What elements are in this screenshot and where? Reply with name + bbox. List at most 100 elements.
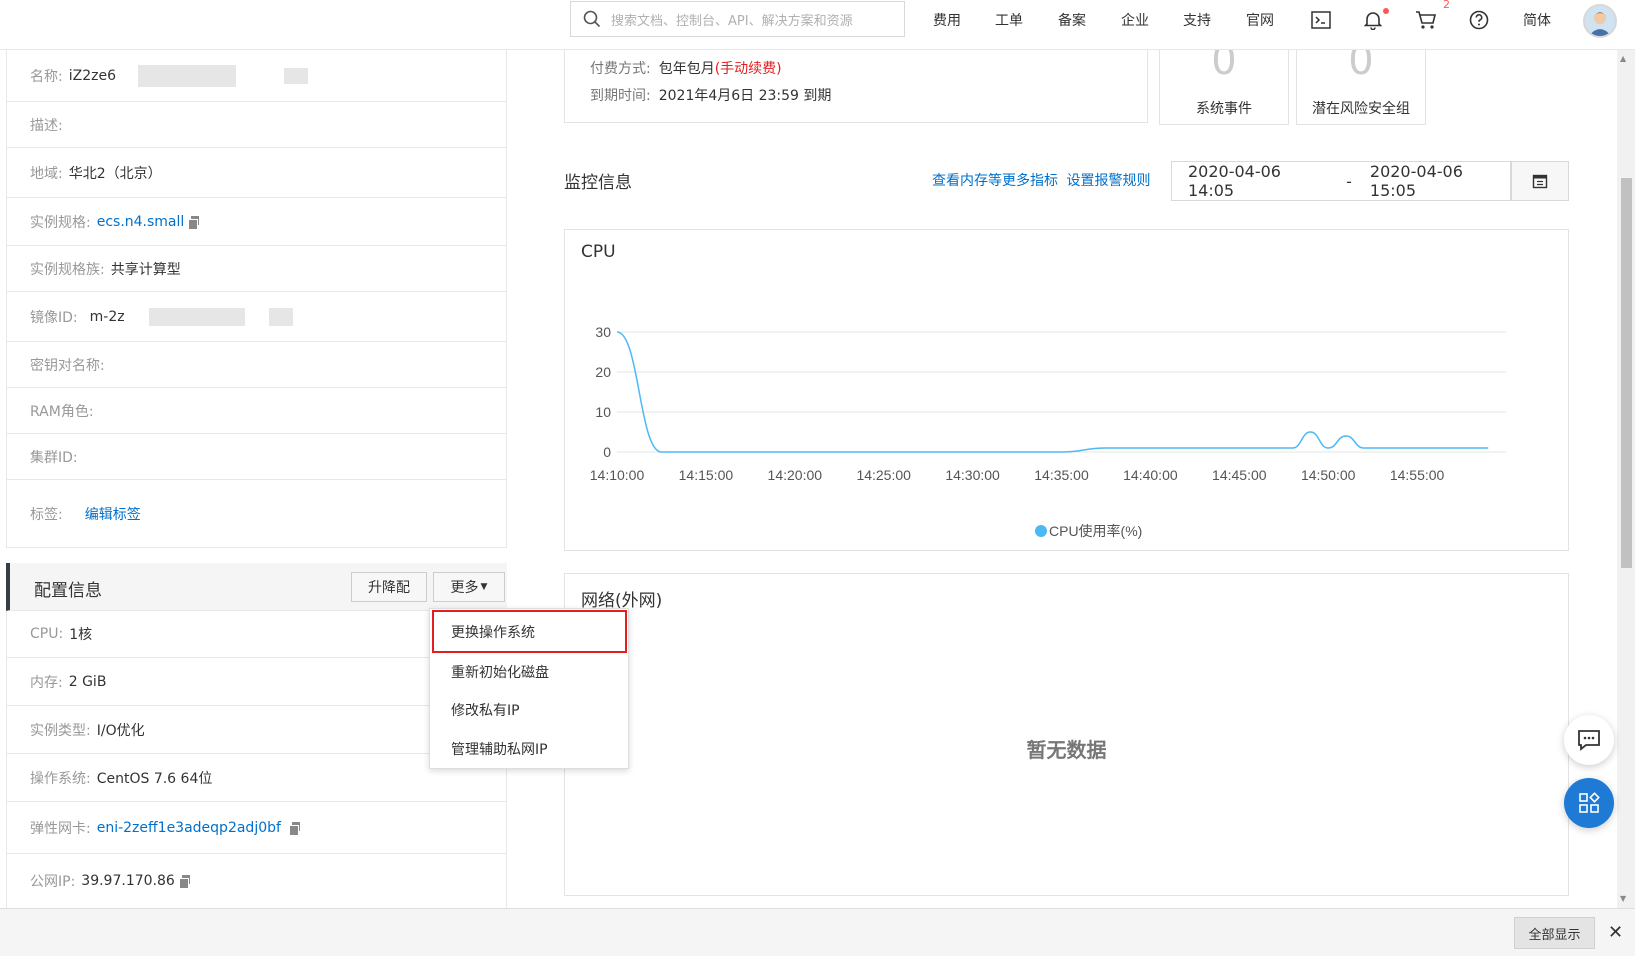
cpu-chart-card: CPU 0 10 20 30 14:10:00 14:15:00 14:20:00 14:25… <box>564 229 1569 551</box>
x-tick-label: 14:35:00 <box>1034 467 1089 483</box>
risk-label: 潜在风险安全组 <box>1312 101 1410 117</box>
search-input[interactable]: 搜索文档、控制台、API、解决方案和资源 <box>570 1 905 37</box>
menu-item-reinit-disk[interactable]: 重新初始化磁盘 <box>451 662 549 682</box>
alarm-rules-link[interactable]: 设置报警规则 <box>1066 173 1150 189</box>
edit-tags-link[interactable]: 编辑标签 <box>85 504 141 524</box>
calendar-icon <box>1532 174 1548 189</box>
legend-label: CPU使用率(%) <box>1049 523 1142 539</box>
nav-website[interactable]: 官网 <box>1246 10 1274 30</box>
type-value: I/O优化 <box>96 722 145 739</box>
y-tick-label: 0 <box>603 444 611 460</box>
x-tick-label: 14:50:00 <box>1301 467 1356 483</box>
pay-method-label: 付费方式: <box>590 61 651 77</box>
nav-billing[interactable]: 费用 <box>933 10 961 30</box>
scroll-down-arrow[interactable]: ▼ <box>1620 894 1626 903</box>
expire-label: 到期时间: <box>590 88 651 104</box>
chat-button[interactable] <box>1564 715 1614 765</box>
scrollbar-thumb[interactable] <box>1621 178 1632 568</box>
more-metrics-link[interactable]: 查看内存等更多指标 <box>932 173 1058 189</box>
redacted-block <box>148 307 245 326</box>
terminal-icon[interactable] <box>1309 8 1333 32</box>
risk-security-group-card[interactable]: 0 潜在风险安全组 <box>1296 38 1426 125</box>
y-tick-label: 10 <box>595 404 611 420</box>
close-icon[interactable]: ✕ <box>1608 922 1623 943</box>
os-label: 操作系统: <box>30 770 91 787</box>
help-icon[interactable] <box>1467 8 1491 32</box>
notification-dot <box>1383 8 1389 14</box>
copy-icon[interactable] <box>188 215 200 230</box>
x-tick-label: 14:55:00 <box>1390 467 1445 483</box>
public-ip-label: 公网IP: <box>30 874 76 890</box>
nav-enterprise[interactable]: 企业 <box>1121 10 1149 30</box>
scroll-up-arrow[interactable]: ▲ <box>1620 54 1626 63</box>
menu-item-secondary-ip[interactable]: 管理辅助私网IP <box>451 739 548 759</box>
copy-icon[interactable] <box>288 821 300 836</box>
network-chart-card: 网络(外网) 暂无数据 <box>564 573 1569 896</box>
memory-label: 内存: <box>30 674 63 691</box>
system-events-card[interactable]: 0 系统事件 <box>1159 38 1289 125</box>
spec-label: 实例规格: <box>30 214 91 231</box>
calendar-button[interactable] <box>1511 161 1569 201</box>
end-time: 2020-04-06 15:05 <box>1369 162 1463 200</box>
menu-item-change-os[interactable]: 更换操作系统 <box>451 622 535 642</box>
detail-row-ram: RAM角色: <box>6 388 507 434</box>
region-value: 华北2（北京） <box>68 165 162 182</box>
search-icon <box>583 10 601 28</box>
monitor-title: 监控信息 <box>564 173 632 193</box>
x-tick-label: 14:25:00 <box>856 467 911 483</box>
detail-row-description: 描述: <box>6 102 507 148</box>
memory-value: 2 GiB <box>68 673 107 690</box>
detail-row-region: 地域: 华北2（北京） <box>6 148 507 198</box>
more-button[interactable]: 更多 ▼ <box>433 572 505 602</box>
bell-icon[interactable] <box>1361 8 1385 32</box>
detail-row-cluster: 集群ID: <box>6 434 507 480</box>
copy-icon[interactable] <box>178 875 190 889</box>
nav-tickets[interactable]: 工单 <box>995 10 1023 30</box>
system-events-label: 系统事件 <box>1196 101 1252 117</box>
name-value: iZ2ze6 <box>68 67 116 84</box>
legend-marker <box>1035 525 1047 537</box>
billing-info-box: 付费方式: 包年包月(手动续费) 到期时间: 2021年4月6日 23:59 到期 <box>564 50 1148 123</box>
date-range-picker[interactable]: 2020-04-06 14:05 - 2020-04-06 15:05 <box>1171 161 1511 201</box>
os-value: CentOS 7.6 64位 <box>96 770 213 787</box>
apps-button[interactable] <box>1564 778 1614 828</box>
cpu-series-line <box>616 331 1489 453</box>
chat-icon <box>1578 730 1600 751</box>
menu-item-modify-private-ip[interactable]: 修改私有IP <box>451 700 520 720</box>
detail-row-tags: 标签: 编辑标签 <box>6 480 507 548</box>
user-avatar[interactable] <box>1583 4 1617 38</box>
config-section-header: 配置信息 升降配 更多 ▼ <box>6 563 507 611</box>
language-switch[interactable]: 简体 <box>1523 10 1551 30</box>
nav-support[interactable]: 支持 <box>1183 10 1211 30</box>
cart-icon[interactable] <box>1414 8 1438 32</box>
expire-line: 到期时间: 2021年4月6日 23:59 到期 <box>590 85 831 105</box>
eni-link[interactable]: eni-2zeff1e3adeqp2adj0bf <box>97 820 281 836</box>
cart-count-badge: 2 <box>1443 0 1450 11</box>
detail-row-name: 名称: iZ2ze6 <box>6 50 507 102</box>
spec-link[interactable]: ecs.n4.small <box>97 214 185 230</box>
redacted-block <box>268 307 293 326</box>
show-all-button[interactable]: 全部显示 <box>1514 917 1595 949</box>
start-time: 2020-04-06 14:05 <box>1188 162 1281 200</box>
pay-method-value: 包年包月 <box>658 61 715 77</box>
config-row-public-ip: 公网IP: 39.97.170.86 <box>6 854 507 908</box>
cpu-value: 1核 <box>69 627 93 643</box>
x-tick-label: 14:40:00 <box>1123 467 1178 483</box>
monitor-links: 查看内存等更多指标 设置报警规则 <box>932 170 1150 190</box>
detail-row-keypair: 密钥对名称: <box>6 342 507 388</box>
pay-method-line: 付费方式: 包年包月(手动续费) <box>590 58 782 78</box>
eni-label: 弹性网卡: <box>30 820 91 837</box>
y-tick-label: 20 <box>595 364 611 380</box>
nav-icp[interactable]: 备案 <box>1058 10 1086 30</box>
image-label: 镜像ID: <box>30 309 78 326</box>
resize-button[interactable]: 升降配 <box>351 572 427 602</box>
x-tick-label: 14:10:00 <box>590 467 645 483</box>
caret-down-icon: ▼ <box>480 582 488 592</box>
type-label: 实例类型: <box>30 722 91 739</box>
redacted-block <box>137 64 236 87</box>
detail-row-spec: 实例规格: ecs.n4.small <box>6 198 507 246</box>
expire-value: 2021年4月6日 23:59 到期 <box>658 88 832 104</box>
config-title: 配置信息 <box>34 581 102 601</box>
more-button-label: 更多 <box>450 580 479 596</box>
name-label: 名称: <box>30 68 63 85</box>
